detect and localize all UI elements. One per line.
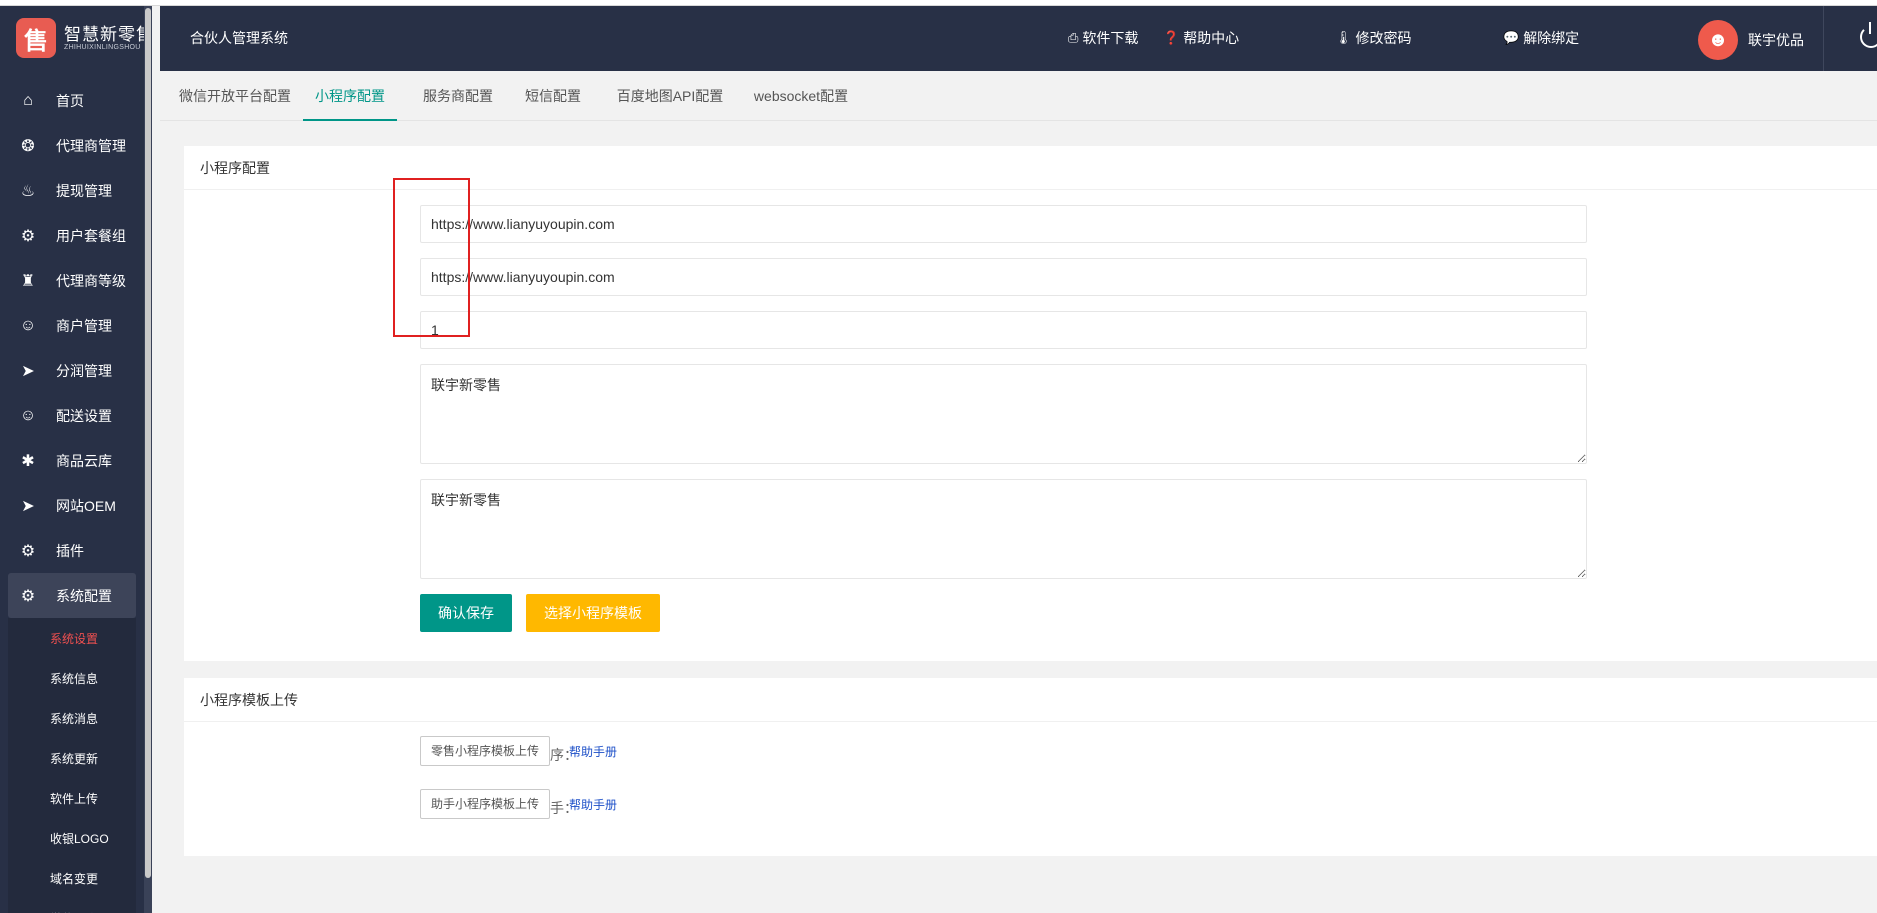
sidebar-scrollbar[interactable] [144,6,152,913]
agent-icon: ❂ [21,137,35,155]
submenu-item-cashier-logo[interactable]: 收银LOGO [8,818,136,858]
retail-help-link[interactable]: 帮助手册 [569,743,617,760]
thermometer-icon: 🌡 [1335,30,1352,45]
sidebar-item-agent-management[interactable]: ❂ 代理商管理 [0,123,144,168]
gear-user-icon: ⚙ [20,227,36,245]
username[interactable]: 联宇优品 [1748,30,1804,50]
logo[interactable]: 售 智慧新零售 ZHIHUIXINLINGSHOU [16,18,152,64]
change-password-label: 修改密码 [1355,30,1412,46]
logo-mark-icon: 售 [16,18,56,58]
tab-baidu-map-api[interactable]: 百度地图API配置 [606,71,734,121]
user-circle-icon: ☺ [19,406,37,424]
submenu-item-software-upload[interactable]: 软件上传 [8,778,136,818]
comments-icon: 💬 [1503,30,1520,45]
sidebar-item-plugins[interactable]: ⚙ 插件 [0,528,144,573]
sidebar-item-label: 提现管理 [56,182,112,199]
sidebar-item-label: 代理商管理 [56,137,126,154]
header-divider [1823,6,1824,71]
sidebar-item-home[interactable]: ⌂ 首页 [0,78,144,123]
home-icon: ⌂ [23,91,33,109]
sidebar-item-website-oem[interactable]: ➤ 网站OEM [0,483,144,528]
tab-sms[interactable]: 短信配置 [518,71,588,121]
sidebar-item-profit-sharing[interactable]: ➤ 分润管理 [0,348,144,393]
intro-textarea[interactable]: 联宇新零售 [420,364,1587,464]
unbind-label: 解除绑定 [1523,30,1580,46]
sidebar-item-user-packages[interactable]: ⚙ 用户套餐组 [0,213,144,258]
unbind-link[interactable]: 💬 解除绑定 [1503,28,1579,48]
sidebar-item-label: 首页 [56,92,84,109]
send-icon: ➤ [21,362,35,380]
sidebar-item-delivery[interactable]: ☺ 配送设置 [0,393,144,438]
sidebar-item-label: 商品云库 [56,452,112,469]
tab-mini-program[interactable]: 小程序配置 [303,71,397,121]
sidebar-item-label: 用户套餐组 [56,227,126,244]
sidebar-menu: ⌂ 首页 ❂ 代理商管理 ♨ 提现管理 ⚙ 用户套餐组 ♜ 代理商等级 ☺ 商户… [0,78,144,913]
tab-service-provider[interactable]: 服务商配置 [415,71,501,121]
level-icon: ♜ [20,272,36,290]
sidebar-item-label: 分润管理 [56,362,112,379]
help-center-label: 帮助中心 [1183,30,1240,46]
cogs-icon: ⚙ [20,542,36,560]
help-center-link[interactable]: ❓ 帮助中心 [1163,28,1239,48]
server-domain-input[interactable] [420,205,1587,243]
template-upload-card: 小程序模板上传 零售小程序： 零售小程序模板上传 帮助手册 零售小程序助手： 助… [184,678,1877,856]
sidebar-item-label: 商户管理 [56,317,112,334]
assistant-help-link[interactable]: 帮助手册 [569,796,617,813]
submenu-item-system-update[interactable]: 系统更新 [8,738,136,778]
sidebar-item-label: 配送设置 [56,407,112,424]
user-avatar-icon: ☻ [1707,28,1729,51]
save-button[interactable]: 确认保存 [420,594,512,632]
change-password-link[interactable]: 🌡 修改密码 [1335,28,1412,48]
sidebar-item-label: 插件 [56,542,84,559]
assistant-template-upload-button[interactable]: 助手小程序模板上传 [420,789,551,819]
business-domain-input[interactable] [420,258,1587,296]
retail-template-upload-button[interactable]: 零售小程序模板上传 [420,736,551,766]
select-template-button[interactable]: 选择小程序模板 [526,594,660,632]
system-config-submenu: 系统设置 系统信息 系统消息 系统更新 软件上传 收银LOGO 域名变更 微信公… [8,618,136,913]
tab-websocket[interactable]: websocket配置 [746,71,856,121]
version-input[interactable] [420,311,1587,349]
submenu-item-wechat-official[interactable]: 微信公众号 [8,898,136,913]
fire-icon: ♨ [20,182,36,200]
sidebar-item-label: 代理商等级 [56,272,126,289]
sidebar-scroll-thumb[interactable] [145,8,151,878]
logo-subtitle: ZHIHUIXINLINGSHOU [64,44,141,51]
question-icon: ❓ [1163,30,1180,45]
sidebar: 售 智慧新零售 ZHIHUIXINLINGSHOU ⌂ 首页 ❂ 代理商管理 ♨… [0,6,152,913]
top-header: 合伙人管理系统 ⎙ 软件下载 ❓ 帮助中心 🌡 修改密码 💬 解除绑定 ☻ 联宇… [160,6,1877,71]
app-title: 合伙人管理系统 [190,30,288,46]
software-download-link[interactable]: ⎙ 软件下载 [1068,28,1138,48]
card-title: 小程序配置 [184,146,1877,190]
printer-icon: ⎙ [1068,30,1079,45]
logout-power-icon[interactable] [1860,22,1877,48]
card-title: 小程序模板上传 [184,678,1877,722]
submenu-item-system-settings[interactable]: 系统设置 [8,618,136,658]
tab-wechat-open-platform[interactable]: 微信开放平台配置 [175,71,295,121]
cogs-icon: ⚙ [20,587,36,605]
config-tabs: 微信开放平台配置 小程序配置 服务商配置 短信配置 百度地图API配置 webs… [160,71,1877,121]
mini-program-config-card: 小程序配置 服务器域名 小程序业务域名 小程序版本号 小程序简介 联宇新零售 小… [184,146,1877,661]
submenu-item-domain-change[interactable]: 域名变更 [8,858,136,898]
logo-name: 智慧新零售 [64,25,152,44]
submenu-item-system-messages[interactable]: 系统消息 [8,698,136,738]
software-download-label: 软件下载 [1082,30,1139,46]
sidebar-item-withdrawal[interactable]: ♨ 提现管理 [0,168,144,213]
sidebar-item-agent-level[interactable]: ♜ 代理商等级 [0,258,144,303]
sidebar-item-label: 网站OEM [56,497,116,514]
avatar[interactable]: ☻ [1698,20,1738,60]
asterisk-icon: ✱ [21,452,35,470]
user-circle-icon: ☺ [19,316,37,334]
send-icon: ➤ [21,497,35,515]
submenu-item-system-info[interactable]: 系统信息 [8,658,136,698]
sidebar-item-system-config[interactable]: ⚙ 系统配置 [8,573,136,618]
sidebar-item-merchant[interactable]: ☺ 商户管理 [0,303,144,348]
sidebar-item-label: 系统配置 [56,587,112,604]
tags-textarea[interactable]: 联宇新零售 [420,479,1587,579]
sidebar-item-product-cloud[interactable]: ✱ 商品云库 [0,438,144,483]
